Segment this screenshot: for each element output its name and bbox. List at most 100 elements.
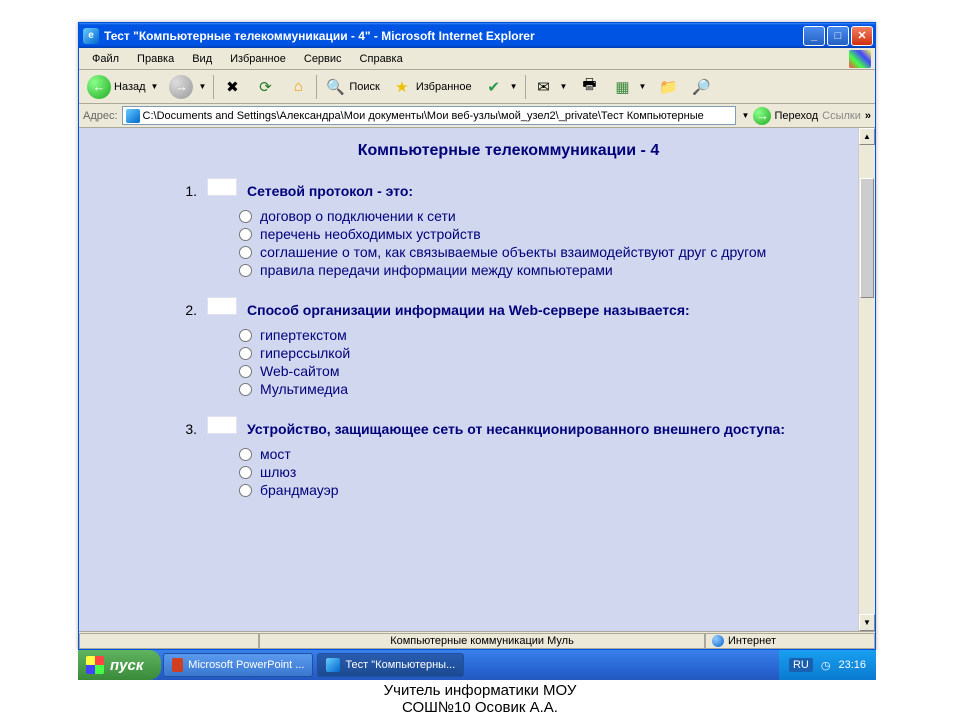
radio-button[interactable] [239,228,252,241]
language-indicator[interactable]: RU [789,658,813,672]
titlebar[interactable]: Тест "Компьютерные телекоммуникации - 4"… [79,23,875,48]
answer-option[interactable]: Мультимедиа [239,380,838,398]
option-text: гипертекстом [260,327,347,343]
answer-option[interactable]: соглашение о том, как связываемые объект… [239,243,838,261]
option-text: соглашение о том, как связываемые объект… [260,244,766,260]
question-number: 1. [179,183,197,199]
radio-button[interactable] [239,210,252,223]
scroll-up-button[interactable]: ▲ [859,128,875,145]
print-button[interactable]: 🖶 [574,74,604,100]
powerpoint-icon [172,658,183,672]
address-dropdown[interactable]: ▼ [742,111,750,120]
menu-favorites[interactable]: Избранное [223,51,293,67]
scroll-thumb[interactable] [860,178,874,298]
answer-option[interactable]: мост [239,445,838,463]
vertical-scrollbar[interactable]: ▲ ▼ [858,128,875,631]
menu-file[interactable]: Файл [85,51,126,67]
menu-help[interactable]: Справка [353,51,410,67]
radio-button[interactable] [239,329,252,342]
browser-window: Тест "Компьютерные телекоммуникации - 4"… [78,22,876,650]
taskbar-powerpoint[interactable]: Microsoft PowerPoint ... [163,653,313,677]
stop-button[interactable]: ✖ [217,74,247,100]
radio-button[interactable] [239,484,252,497]
folder-icon: 📁 [657,76,679,98]
answer-blank[interactable] [207,178,237,196]
question-number: 2. [179,302,197,318]
stop-icon: ✖ [221,76,243,98]
answer-blank[interactable] [207,297,237,315]
radio-button[interactable] [239,448,252,461]
answer-option[interactable]: правила передачи информации между компью… [239,261,838,279]
option-text: договор о подключении к сети [260,208,456,224]
minimize-button[interactable]: _ [803,26,825,46]
answer-blank[interactable] [207,416,237,434]
status-panel-right: Интернет [705,633,875,649]
toolbar: ← Назад ▼ → ▼ ✖ ⟳ ⌂ 🔍Поиск ★Избранное ✔▼… [79,70,875,104]
address-bar: Адрес: C:\Documents and Settings\Алексан… [79,104,875,128]
forward-arrow-icon: → [169,75,193,99]
answer-option[interactable]: брандмауэр [239,481,838,499]
globe-icon [712,635,724,647]
star-icon: ★ [391,76,413,98]
slide-caption: Учитель информатики МОУ СОШ№10 Осовик А.… [0,682,960,717]
refresh-icon: ⟳ [254,76,276,98]
tray-icon[interactable]: ◷ [821,659,831,672]
mail-button[interactable]: ✉▼ [529,74,572,100]
home-button[interactable]: ⌂ [283,74,313,100]
menu-edit[interactable]: Правка [130,51,181,67]
window-title: Тест "Компьютерные телекоммуникации - 4"… [104,29,535,43]
edit-icon: ▦ [611,76,633,98]
folder-button[interactable]: 📁 [653,74,683,100]
back-button[interactable]: ← Назад ▼ [83,74,162,100]
menubar: Файл Правка Вид Избранное Сервис Справка [79,48,875,70]
address-input[interactable]: C:\Documents and Settings\Александра\Мои… [122,106,736,125]
research-button[interactable]: 🔎 [686,74,716,100]
ie-small-icon [326,658,340,672]
clock: 23:16 [838,659,866,671]
scroll-down-button[interactable]: ▼ [859,614,875,631]
close-button[interactable]: ✕ [851,26,873,46]
option-text: правила передачи информации между компью… [260,262,613,278]
favorites-button[interactable]: ★Избранное [387,74,476,100]
taskbar: пуск Microsoft PowerPoint ... Тест "Комп… [78,650,876,680]
status-panel-center: Компьютерные коммуникации Муль [259,633,705,649]
forward-button[interactable]: → ▼ [165,74,210,100]
answer-option[interactable]: Web-сайтом [239,362,838,380]
answer-option[interactable]: гиперссылкой [239,344,838,362]
menu-tools[interactable]: Сервис [297,51,349,67]
taskbar-ie[interactable]: Тест "Компьютерны... [317,653,464,677]
radio-button[interactable] [239,246,252,259]
answer-option[interactable]: перечень необходимых устройств [239,225,838,243]
menu-view[interactable]: Вид [185,51,219,67]
maximize-button[interactable]: □ [827,26,849,46]
edit-button[interactable]: ▦▼ [607,74,650,100]
links-label[interactable]: Ссылки [822,110,861,122]
page-icon [126,109,140,123]
option-text: брандмауэр [260,482,339,498]
question-number: 3. [179,421,197,437]
radio-button[interactable] [239,383,252,396]
start-button[interactable]: пуск [78,650,161,680]
question-text: Сетевой протокол - это: [247,183,413,199]
go-button[interactable]: → Переход [753,107,818,125]
system-tray[interactable]: RU ◷ 23:16 [779,650,876,680]
option-text: мост [260,446,291,462]
question-text: Устройство, защищающее сеть от несанкцио… [247,421,785,437]
refresh-button[interactable]: ⟳ [250,74,280,100]
page-content: Компьютерные телекоммуникации - 4 1. Сет… [79,128,858,631]
question: 1. Сетевой протокол - это: договор о подк… [179,178,838,279]
answer-option[interactable]: гипертекстом [239,326,838,344]
home-icon: ⌂ [287,76,309,98]
answer-option[interactable]: договор о подключении к сети [239,207,838,225]
answer-option[interactable]: шлюз [239,463,838,481]
option-text: Мультимедиа [260,381,348,397]
radio-button[interactable] [239,466,252,479]
history-button[interactable]: ✔▼ [479,74,522,100]
radio-button[interactable] [239,365,252,378]
radio-button[interactable] [239,347,252,360]
ie-icon [83,28,99,44]
radio-button[interactable] [239,264,252,277]
search-button[interactable]: 🔍Поиск [320,74,383,100]
question: 2. Способ организации информации на Web-… [179,297,838,398]
windows-logo-icon [86,656,104,674]
